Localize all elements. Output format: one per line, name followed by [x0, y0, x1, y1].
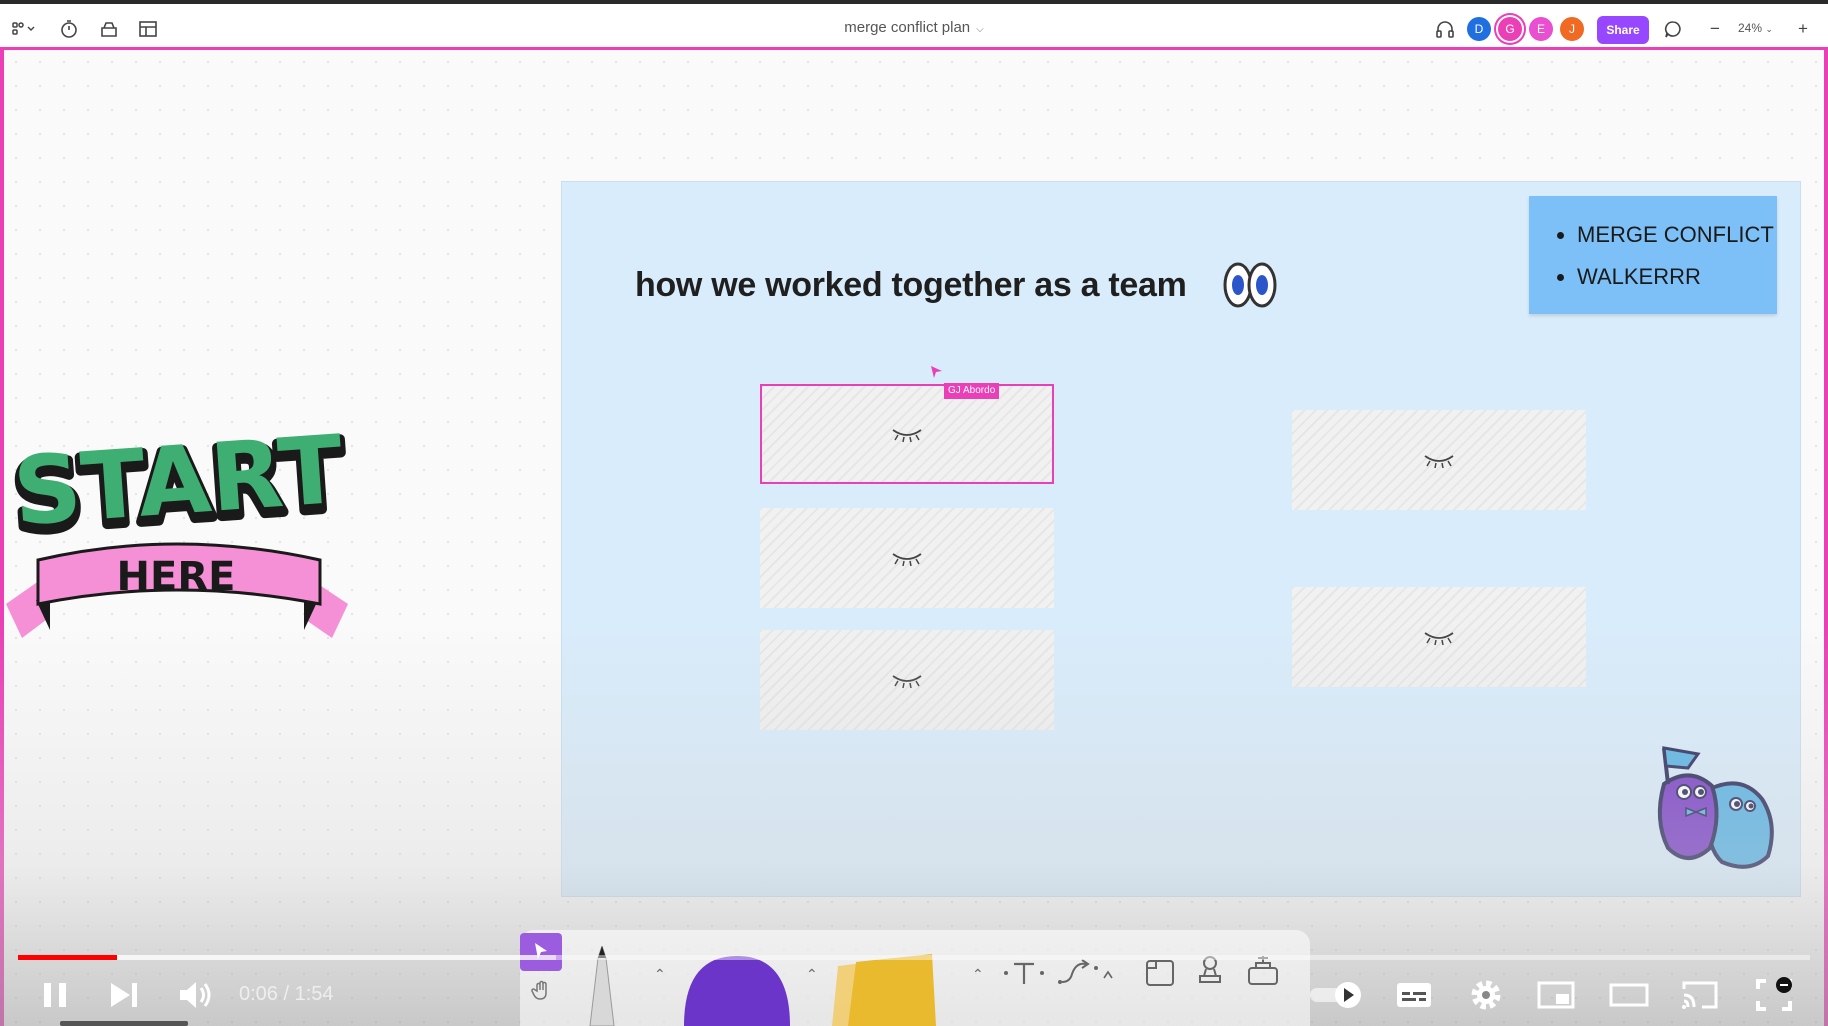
theater-mode-button[interactable]: [1609, 975, 1649, 1015]
figjam-toolbar: merge conflict plan ⌵ D G E J Share − 24%…: [0, 0, 1828, 50]
closed-eye-icon: [1424, 632, 1454, 646]
shape-tool-icon[interactable]: [682, 950, 792, 1026]
zoom-level-text: 24%: [1738, 21, 1763, 35]
zoom-level[interactable]: 24% ⌄: [1738, 21, 1773, 35]
hidden-sticky-card[interactable]: [1292, 410, 1586, 510]
zoom-in-icon[interactable]: +: [1792, 18, 1814, 40]
connector-tool-icon[interactable]: [1058, 958, 1118, 993]
hidden-sticky-card[interactable]: [760, 384, 1054, 484]
video-progress-bar[interactable]: [18, 955, 1810, 960]
closed-eye-icon: [892, 675, 922, 689]
cast-button[interactable]: [1680, 975, 1720, 1015]
settings-button[interactable]: [1466, 975, 1506, 1015]
text-tool-icon[interactable]: [1002, 958, 1046, 993]
start-text: START: [10, 416, 346, 548]
subtitles-icon: [1397, 983, 1431, 1007]
hidden-sticky-card[interactable]: [760, 630, 1054, 730]
buffered-bar: [117, 955, 556, 960]
chevron-up-icon[interactable]: ⌃: [806, 966, 818, 983]
select-tool-button[interactable]: [520, 933, 562, 971]
comment-icon[interactable]: [1662, 18, 1684, 40]
fullscreen-button[interactable]: [1754, 975, 1794, 1015]
board-title: how we worked together as a team: [635, 266, 1187, 304]
monsters-sticker[interactable]: [1650, 744, 1780, 879]
hidden-sticky-card[interactable]: [760, 508, 1054, 608]
cursor-icon: [535, 943, 547, 959]
hand-tool-icon[interactable]: [530, 978, 554, 1007]
here-text: HERE: [117, 554, 236, 600]
gear-icon: [1471, 980, 1501, 1010]
player-scroll-indicator: [60, 1021, 188, 1026]
subtitles-button[interactable]: [1394, 975, 1434, 1015]
avatar[interactable]: E: [1529, 17, 1553, 41]
zoom-out-icon[interactable]: −: [1704, 18, 1726, 40]
theater-icon: [1609, 983, 1649, 1007]
closed-eye-icon: [892, 553, 922, 567]
closed-eye-icon: [1424, 455, 1454, 469]
board-section[interactable]: how we worked together as a team MERGE C…: [561, 181, 1801, 897]
screen: merge conflict plan ⌵ D G E J Share − 24%…: [0, 0, 1828, 1026]
headphones-icon[interactable]: [1434, 18, 1456, 40]
start-here-sticker[interactable]: START START HERE: [6, 410, 348, 660]
closed-eye-icon: [892, 429, 922, 443]
miniplayer-icon: [1537, 981, 1575, 1009]
autoplay-icon: [1310, 982, 1361, 1008]
note-item: MERGE CONFLICT: [1577, 222, 1774, 248]
avatar[interactable]: G: [1498, 17, 1522, 41]
chevron-down-icon: ⌄: [1765, 24, 1773, 34]
avatar[interactable]: J: [1560, 17, 1584, 41]
collaborator-cursor-icon: [931, 366, 942, 378]
canvas[interactable]: START START HERE how we worked together …: [0, 50, 1828, 1026]
next-button[interactable]: [106, 975, 142, 1015]
time-display: 0:06 / 1:54: [239, 983, 334, 1005]
eyes-emoji-icon: [1223, 262, 1277, 308]
played-bar: [18, 955, 117, 960]
file-title-text: merge conflict plan: [844, 19, 971, 36]
team-note[interactable]: MERGE CONFLICT WALKERRR: [1529, 196, 1777, 314]
figjam-tool-dock: ⌃ ⌃ ⌃: [520, 930, 1310, 1026]
volume-button[interactable]: [176, 975, 216, 1015]
cast-icon: [1682, 981, 1718, 1009]
chevron-up-icon[interactable]: ⌃: [972, 966, 984, 983]
fullscreen-icon: [1756, 977, 1792, 1011]
note-item: WALKERRR: [1577, 264, 1774, 290]
pause-icon: [44, 983, 66, 1007]
pause-button[interactable]: [40, 975, 72, 1015]
share-button[interactable]: Share: [1597, 16, 1649, 44]
avatar[interactable]: D: [1467, 17, 1491, 41]
collaborator-label: GJ Abordo: [944, 383, 1000, 399]
hidden-sticky-card[interactable]: [1292, 587, 1586, 687]
autoplay-toggle[interactable]: [1308, 975, 1364, 1015]
chevron-down-icon: ⌵: [976, 24, 984, 35]
file-title[interactable]: merge conflict plan ⌵: [0, 19, 1828, 36]
section-tool-icon[interactable]: [1144, 956, 1176, 993]
miniplayer-button[interactable]: [1536, 975, 1576, 1015]
volume-icon: [180, 982, 211, 1008]
skip-next-icon: [111, 983, 137, 1007]
chevron-up-icon[interactable]: ⌃: [654, 966, 666, 983]
